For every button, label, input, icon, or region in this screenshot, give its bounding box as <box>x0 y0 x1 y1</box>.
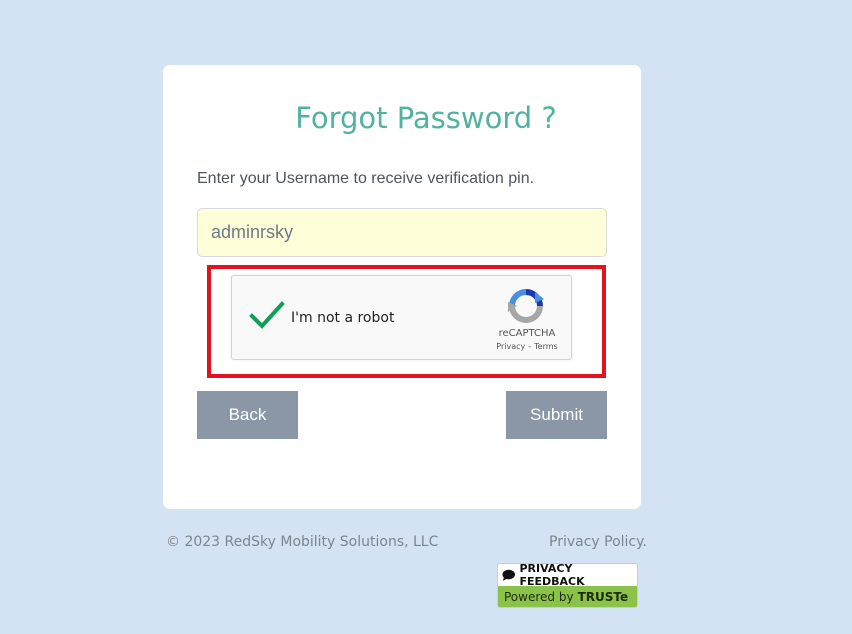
instruction-text: Enter your Username to receive verificat… <box>197 170 535 187</box>
recaptcha-logo-icon <box>508 289 544 323</box>
recaptcha-terms-link[interactable]: Terms <box>534 342 558 351</box>
submit-button[interactable]: Submit <box>506 391 607 439</box>
speech-bubble-icon <box>502 569 516 581</box>
privacy-policy-link[interactable]: Privacy Policy. <box>549 534 647 550</box>
recaptcha-brand-label: reCAPTCHA <box>498 328 556 339</box>
checkmark-icon[interactable] <box>249 301 285 331</box>
truste-badge-bottom: Powered by TRUSTe <box>498 586 637 607</box>
recaptcha-privacy-link[interactable]: Privacy <box>496 342 525 351</box>
truste-privacy-feedback-label: PRIVACY FEEDBACK <box>519 563 585 588</box>
truste-brand-label: TRUSTe <box>577 590 629 604</box>
page-title: Forgot Password ? <box>295 101 557 135</box>
back-button[interactable]: Back <box>197 391 298 439</box>
truste-powered-by-label: Powered by <box>504 590 574 604</box>
recaptcha-widget: I'm not a robot reCAPTCHA Privacy - Terms <box>231 275 572 360</box>
recaptcha-checkbox-label: I'm not a robot <box>291 310 395 326</box>
username-input[interactable] <box>197 208 607 257</box>
recaptcha-link-separator: - <box>528 342 532 351</box>
copyright-text: © 2023 RedSky Mobility Solutions, LLC <box>166 534 439 550</box>
truste-badge-top: PRIVACY FEEDBACK <box>498 563 637 588</box>
truste-privacy-feedback-badge[interactable]: PRIVACY FEEDBACK Powered by TRUSTe <box>497 563 638 608</box>
recaptcha-links: Privacy - Terms <box>472 342 582 351</box>
